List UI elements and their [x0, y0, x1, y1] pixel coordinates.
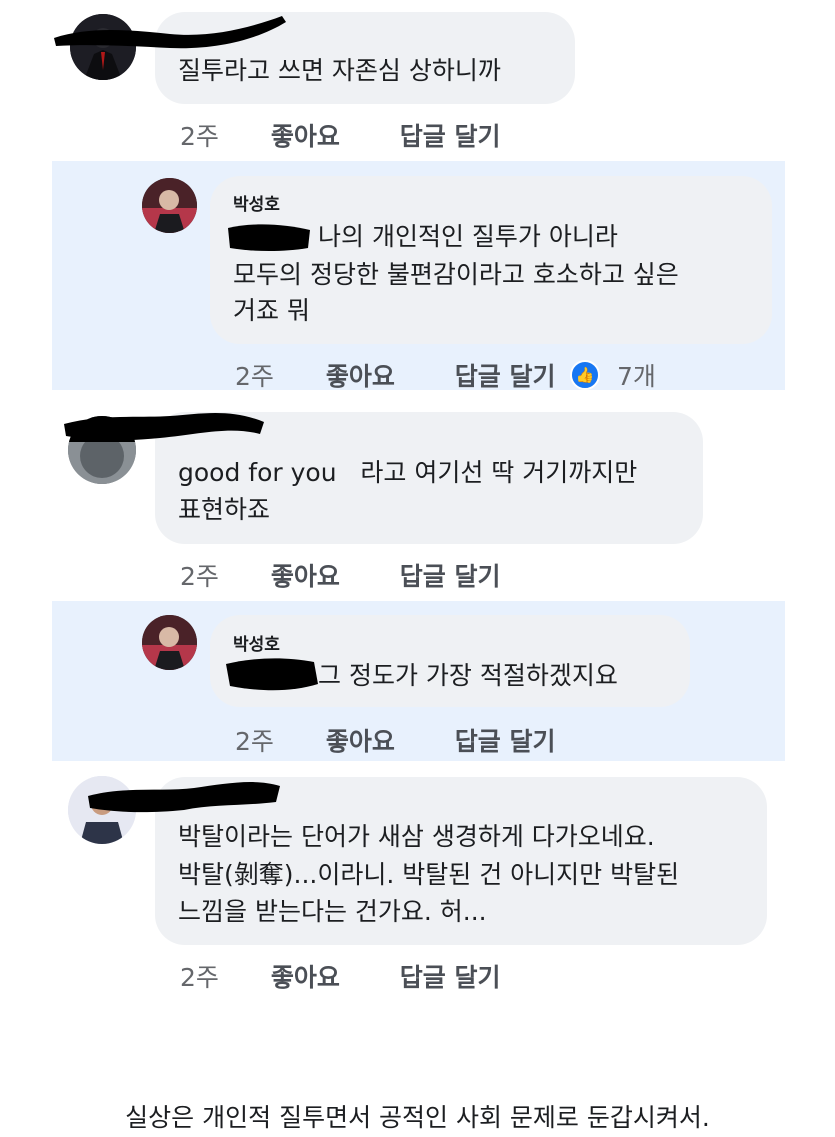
redaction-scribble — [88, 782, 280, 813]
like-button[interactable]: 좋아요 — [326, 362, 395, 391]
comment-author[interactable]: 박성호 — [233, 190, 280, 215]
avatar[interactable] — [142, 178, 197, 233]
comment-meta: 2주 좋아요 답글 달기 — [235, 357, 555, 393]
comment-text-line-2: 표현하죠 — [178, 495, 271, 524]
comment-text-line-2: 박탈(剝奪)...이라니. 박탈된 건 아니지만 박탈된 — [178, 860, 680, 889]
timestamp[interactable]: 2주 — [180, 562, 219, 591]
redaction-scribble — [54, 16, 286, 49]
reply-text: 그 정도가 가장 적절하겠지요 — [318, 661, 618, 690]
comment-text-line-1: good for you 라고 여기선 딱 거기까지만 — [178, 458, 638, 487]
comment-author[interactable]: 박성호 — [233, 630, 280, 655]
like-button[interactable]: 좋아요 — [326, 727, 395, 756]
timestamp[interactable]: 2주 — [180, 963, 219, 992]
comment-text-line-1: 박탈이라는 단어가 새삼 생경하게 다가오네요. — [178, 822, 655, 851]
avatar[interactable] — [142, 615, 197, 670]
comment-meta: 2주 좋아요 답글 달기 — [180, 117, 500, 153]
reply-button[interactable]: 답글 달기 — [455, 362, 556, 391]
redaction-scribble — [226, 658, 318, 691]
reply-button[interactable]: 답글 달기 — [400, 562, 501, 591]
reply-text-line-1: 나의 개인적인 질투가 아니라 — [318, 222, 618, 251]
like-button[interactable]: 좋아요 — [271, 562, 340, 591]
caption-text: 실상은 개인적 질투면서 공적인 사회 문제로 둔갑시켜서. — [125, 1103, 710, 1132]
redaction-scribble — [64, 413, 264, 441]
reply-text-line-2: 모두의 정당한 불편감이라고 호소하고 싶은 — [233, 260, 679, 289]
comment-meta: 2주 좋아요 답글 달기 — [180, 958, 500, 994]
reply-text-line-3: 거죠 뭐 — [233, 296, 310, 325]
timestamp[interactable]: 2주 — [235, 362, 274, 391]
thumbs-up-icon[interactable]: 👍 — [570, 360, 600, 390]
like-button[interactable]: 좋아요 — [271, 963, 340, 992]
comment-meta: 2주 좋아요 답글 달기 — [180, 557, 500, 593]
reaction-count[interactable]: 7개 — [617, 357, 656, 393]
reply-button[interactable]: 답글 달기 — [455, 727, 556, 756]
timestamp[interactable]: 2주 — [180, 122, 219, 151]
timestamp[interactable]: 2주 — [235, 727, 274, 756]
reply-button[interactable]: 답글 달기 — [400, 963, 501, 992]
comment-meta: 2주 좋아요 답글 달기 — [235, 722, 555, 758]
comment-text-line-3: 느낌을 받는다는 건가요. 허... — [178, 897, 487, 926]
like-button[interactable]: 좋아요 — [271, 122, 340, 151]
redaction-scribble — [228, 224, 310, 251]
reply-button[interactable]: 답글 달기 — [400, 122, 501, 151]
